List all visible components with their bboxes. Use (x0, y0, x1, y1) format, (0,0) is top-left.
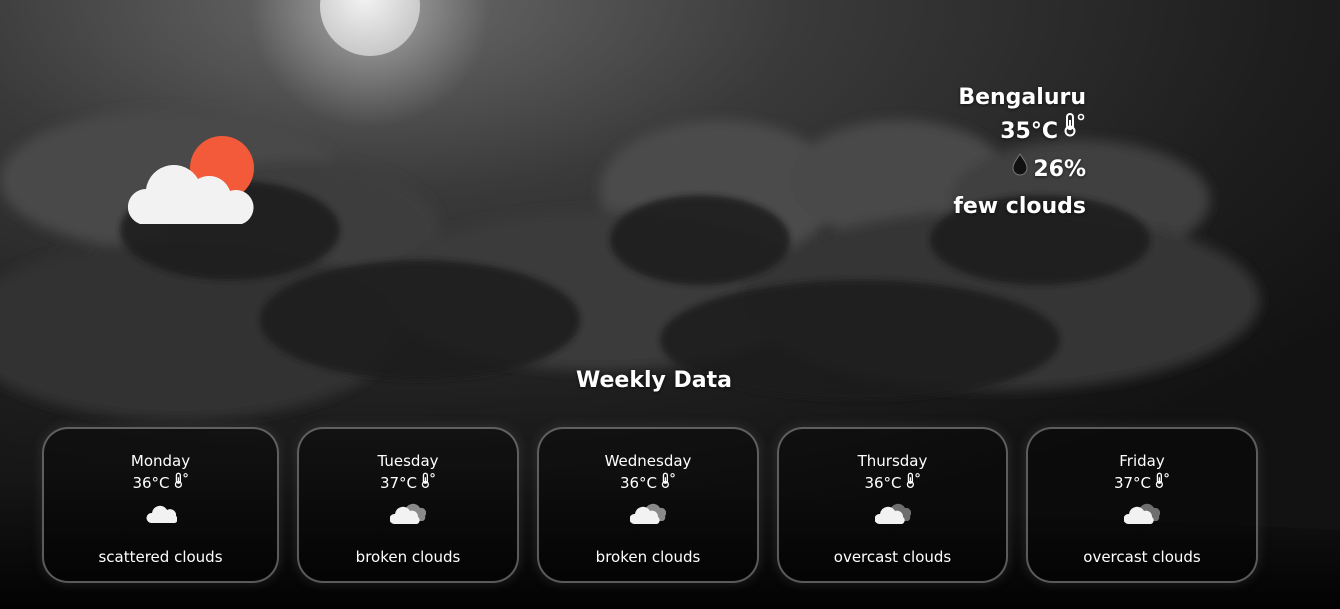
weekly-data-title: Weekly Data (576, 368, 732, 393)
forecast-description: broken clouds (595, 548, 701, 566)
current-description: few clouds (953, 194, 1086, 219)
forecast-temperature: 37°C (1113, 473, 1152, 492)
forecast-description: broken clouds (355, 548, 461, 566)
droplet-icon (1011, 151, 1029, 189)
thermometer-icon (1062, 112, 1086, 151)
forecast-day: Thursday (857, 452, 928, 470)
current-temperature-row: 35°C (953, 112, 1086, 151)
forecast-description: overcast clouds (1083, 548, 1201, 566)
overcast-clouds-icon (873, 503, 911, 529)
forecast-day: Monday (130, 452, 191, 470)
humidity-value: 26% (1033, 157, 1086, 182)
thermometer-icon (660, 472, 676, 493)
overcast-clouds-icon (1123, 503, 1161, 529)
forecast-card-wednesday: Wednesday 36°C broken clouds (537, 427, 759, 583)
forecast-temperature-row: 36°C (539, 472, 757, 493)
forecast-card-monday: Monday 36°C scattered clouds (42, 427, 279, 583)
forecast-temperature-row: 37°C (299, 472, 517, 493)
forecast-card-thursday: Thursday 36°C overcast clouds (777, 427, 1008, 583)
thermometer-icon (173, 472, 189, 493)
city-name: Bengaluru (958, 85, 1086, 110)
broken-clouds-icon (629, 503, 667, 529)
forecast-temperature: 36°C (864, 473, 902, 492)
current-weather-panel: Bengaluru 35°C 26% few clouds (953, 84, 1086, 225)
thermometer-icon (1154, 472, 1170, 493)
forecast-day: Wednesday (604, 452, 692, 470)
forecast-temperature: 36°C (132, 473, 170, 492)
forecast-description: scattered clouds (98, 548, 223, 566)
current-temperature: 35°C (1000, 118, 1058, 144)
humidity-row: 26% (953, 151, 1086, 189)
thermometer-icon (905, 472, 921, 493)
forecast-card-friday: Friday 37°C overcast clouds (1026, 427, 1258, 583)
forecast-temperature: 37°C (379, 473, 418, 492)
forecast-description: overcast clouds (833, 548, 952, 566)
forecast-temperature-row: 36°C (779, 472, 1006, 493)
forecast-temperature-row: 36°C (44, 472, 277, 493)
forecast-day: Friday (1119, 452, 1165, 470)
forecast-temperature: 36°C (619, 473, 658, 492)
cloud-icon (145, 503, 178, 529)
broken-clouds-icon (389, 503, 427, 529)
partly-cloudy-sun-icon (120, 134, 260, 229)
thermometer-icon (420, 472, 436, 493)
forecast-day: Tuesday (377, 452, 439, 470)
forecast-card-tuesday: Tuesday 37°C broken clouds (297, 427, 519, 583)
forecast-temperature-row: 37°C (1028, 472, 1256, 493)
